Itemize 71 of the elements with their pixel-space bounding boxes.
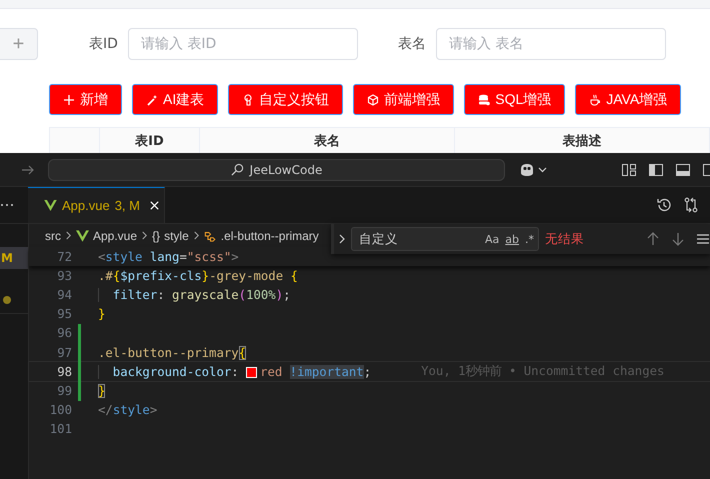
cube-icon xyxy=(367,94,380,106)
search-option-toggle[interactable]: .* xyxy=(525,232,534,246)
class-symbol-icon xyxy=(204,230,217,242)
search-option-toggle[interactable]: ab xyxy=(505,232,519,246)
compare-changes-icon[interactable] xyxy=(683,197,699,213)
git-status-label: M xyxy=(1,251,13,265)
file-list-item[interactable]: M xyxy=(0,247,28,269)
code-line: </style> xyxy=(98,403,158,418)
sidebar-toggle-icon[interactable] xyxy=(648,162,664,178)
copilot-icon[interactable] xyxy=(518,162,548,178)
sidebar-toggle-icon[interactable] xyxy=(702,162,710,178)
editor-tab[interactable]: App.vue 3, M xyxy=(28,187,165,223)
magic-wand-icon xyxy=(146,94,158,106)
git-blame-annotation: You, 1秒钟前 • Uncommitted changes xyxy=(421,363,664,380)
toolbar-button[interactable]: SQL增强 xyxy=(464,84,566,115)
no-results-text: 无结果 xyxy=(545,230,584,248)
column-header: 表描述 xyxy=(562,134,602,151)
command-center[interactable]: JeeLowCode xyxy=(48,158,505,180)
breadcrumb-item[interactable]: {} style xyxy=(152,228,189,242)
line-number: 97 xyxy=(56,346,72,360)
filter-label: 表名 xyxy=(398,35,426,53)
coffee-cup-icon xyxy=(589,94,602,106)
column-header: 表名 xyxy=(314,134,340,151)
breadcrumb-item[interactable]: .el-button--primary xyxy=(204,228,319,242)
arrow-up-icon[interactable] xyxy=(646,232,660,246)
chevron-right-icon xyxy=(192,230,200,241)
menu-icon[interactable] xyxy=(696,232,710,246)
close-icon[interactable] xyxy=(149,200,160,211)
search-option-toggle[interactable]: Aa xyxy=(485,232,500,246)
search-icon xyxy=(230,163,244,176)
toolbar-button[interactable]: AI建表 xyxy=(132,84,218,115)
toolbar-button[interactable]: 新增 xyxy=(49,84,122,115)
modified-dot-icon xyxy=(3,296,11,304)
chevron-right-icon[interactable] xyxy=(338,233,346,245)
line-number: 94 xyxy=(56,288,72,302)
arrow-down-icon[interactable] xyxy=(671,232,685,246)
layout-icon[interactable] xyxy=(621,162,637,178)
database-icon xyxy=(478,94,490,106)
toolbar-button[interactable]: JAVA增强 xyxy=(575,84,682,115)
input-field[interactable]: 请输入 表名 xyxy=(436,28,666,60)
code-line: } xyxy=(98,384,106,398)
history-icon[interactable] xyxy=(656,197,672,213)
line-number: 99 xyxy=(56,384,72,398)
vue-file-icon xyxy=(44,200,57,211)
code-line: .#{$prefix-cls}-grey-mode { xyxy=(98,268,298,283)
toolbar-button[interactable]: 自定义按钮 xyxy=(228,84,344,115)
panel-toggle-icon[interactable] xyxy=(675,162,691,178)
chevron-right-icon xyxy=(65,230,72,241)
code-line: filter: grayscale(100%); xyxy=(98,288,290,302)
line-number: 98 xyxy=(56,364,72,379)
find-input[interactable]: 自定义 Aa ab .* xyxy=(351,227,539,251)
line-number: 96 xyxy=(56,326,72,340)
line-number: 72 xyxy=(56,250,72,264)
code-line: } xyxy=(98,307,106,322)
code-line: background-color: red !important; xyxy=(98,364,372,379)
input-field[interactable]: 请输入 表ID xyxy=(128,28,358,60)
breadcrumb-item[interactable]: src xyxy=(45,228,61,242)
forward-arrow-icon[interactable] xyxy=(21,162,35,176)
plus-icon xyxy=(63,94,75,106)
column-header: 表ID xyxy=(135,134,164,151)
code-line: .el-button--primary{ xyxy=(98,346,246,360)
toolbar-button[interactable]: 前端增强 xyxy=(353,84,454,115)
line-number: 101 xyxy=(48,422,72,436)
chevron-right-icon xyxy=(141,230,148,241)
breadcrumb-item[interactable]: App.vue xyxy=(76,228,138,242)
vue-file-icon xyxy=(76,230,89,242)
code-line: <style lang="scss"> xyxy=(98,250,239,264)
filter-label: 表ID xyxy=(89,35,118,53)
line-number: 95 xyxy=(56,307,72,322)
line-number: 100 xyxy=(48,403,72,418)
line-number: 93 xyxy=(56,268,72,283)
